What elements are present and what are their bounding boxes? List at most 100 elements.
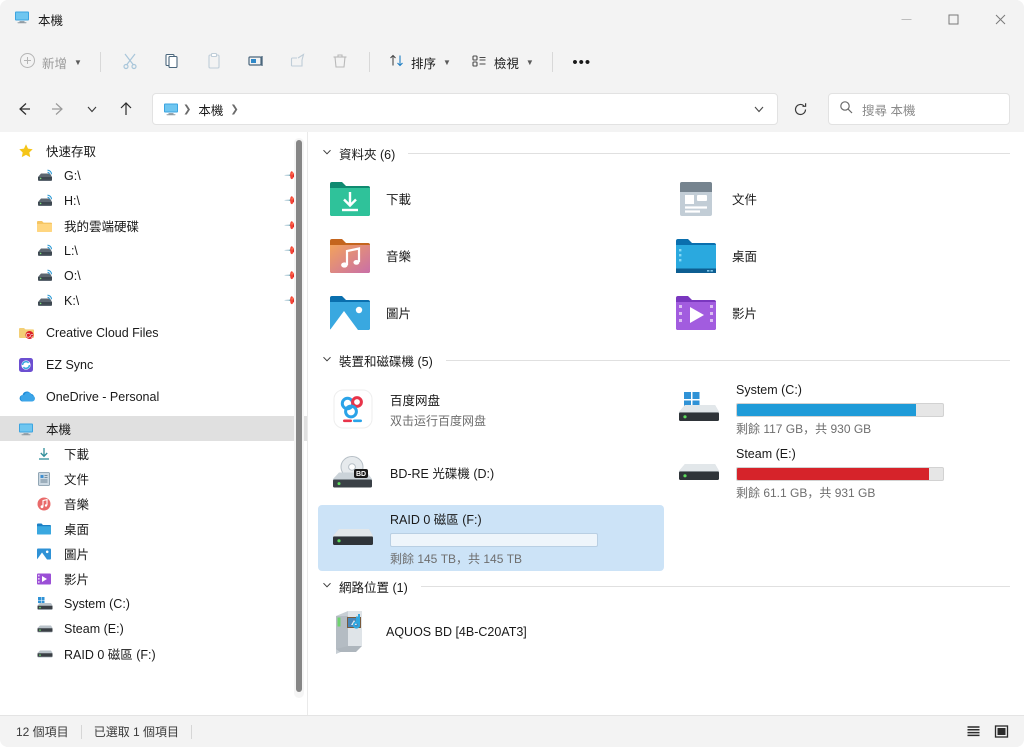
sidebar-item-downloads[interactable]: 下載 [0, 441, 308, 466]
folder-item-videos[interactable]: 影片 [664, 284, 1010, 341]
pane-divider[interactable] [307, 132, 308, 715]
sidebar-item-o-drive[interactable]: O:\ 📌 [0, 263, 308, 288]
sidebar-item-onedrive-personal[interactable]: OneDrive - Personal [0, 384, 308, 409]
sidebar-item-raid0-f[interactable]: RAID 0 磁區 (F:) [0, 641, 308, 666]
more-options-button[interactable]: ••• [562, 46, 602, 78]
minimize-button[interactable] [883, 0, 930, 38]
close-button[interactable] [977, 0, 1024, 38]
baidu-netdisk-icon [326, 385, 380, 433]
capacity-bar-fill [737, 404, 917, 416]
network-item-aquos-bd[interactable]: AQUOS BD [4B-C20AT3] [318, 603, 664, 660]
plus-circle-icon [19, 52, 36, 72]
hard-drive-icon [36, 621, 56, 637]
navigation-pane-scrollbar[interactable] [294, 138, 304, 698]
chevron-down-icon[interactable] [322, 580, 332, 592]
drive-name: System (C:) [736, 383, 802, 397]
sidebar-item-system-c[interactable]: System (C:) [0, 591, 308, 616]
sidebar-item-my-cloud-drive[interactable]: 我的雲端硬碟 📌 [0, 213, 308, 238]
navigation-pane-scroll[interactable]: 快速存取 G:\ 📌 H:\ 📌 我的雲端硬碟 📌 L:\ 📌 O:\ 📌 K:… [0, 132, 308, 715]
search-input[interactable]: 搜尋 本機 [828, 93, 1010, 125]
sidebar-item-k-drive[interactable]: K:\ 📌 [0, 288, 308, 313]
sidebar-label: L:\ [64, 243, 78, 258]
group-rule [408, 152, 1010, 154]
sidebar-item-h-drive[interactable]: H:\ 📌 [0, 188, 308, 213]
sidebar-item-this-pc[interactable]: 本機 [0, 416, 308, 441]
network-text: AQUOS BD [4B-C20AT3] [386, 623, 656, 641]
maximize-button[interactable] [930, 0, 977, 38]
chevron-down-icon[interactable] [322, 147, 332, 159]
sidebar-item-l-drive[interactable]: L:\ 📌 [0, 238, 308, 263]
windows-drive-icon [672, 385, 726, 433]
drive-item-steam-e[interactable]: Steam (E:) 剩餘 61.1 GB，共 931 GB [664, 441, 1010, 505]
sidebar-item-videos[interactable]: 影片 [0, 566, 308, 591]
sidebar-label: G:\ [64, 168, 81, 183]
folder-item-downloads[interactable]: 下載 [318, 170, 664, 227]
forward-button[interactable] [42, 93, 74, 125]
folder-item-documents[interactable]: 文件 [664, 170, 1010, 227]
drive-text: Steam (E:) 剩餘 61.1 GB，共 931 GB [736, 445, 1002, 501]
sidebar-item-ez-sync[interactable]: EZ Sync [0, 352, 308, 377]
explorer-body: 快速存取 G:\ 📌 H:\ 📌 我的雲端硬碟 📌 L:\ 📌 O:\ 📌 K:… [0, 132, 1024, 715]
tile-view-icon[interactable] [988, 720, 1014, 744]
sidebar-item-desktop[interactable]: 桌面 [0, 516, 308, 541]
delete-button[interactable] [320, 46, 360, 78]
copy-icon [163, 52, 181, 73]
network-drive-icon [36, 268, 56, 284]
sidebar-item-steam-e[interactable]: Steam (E:) [0, 616, 308, 641]
refresh-button[interactable] [784, 93, 816, 125]
navigation-pane: 快速存取 G:\ 📌 H:\ 📌 我的雲端硬碟 📌 L:\ 📌 O:\ 📌 K:… [0, 132, 308, 715]
title-bar-left: 本機 [14, 9, 63, 30]
group-header-folders[interactable]: 資料夾 (6) [318, 142, 1010, 164]
view-list-icon [471, 52, 488, 72]
group-title: 網路位置 (1) [339, 580, 408, 595]
new-button[interactable]: 新增 ▼ [10, 46, 91, 78]
drive-item-raid0-f[interactable]: RAID 0 磁區 (F:) 剩餘 145 TB，共 145 TB [318, 505, 664, 571]
back-button[interactable] [8, 93, 40, 125]
downloads-icon [36, 446, 56, 462]
network-drive-icon [36, 293, 56, 309]
scrollbar-thumb[interactable] [296, 140, 302, 692]
drive-item-bdre-d[interactable]: BD BD-RE 光碟機 (D:) [318, 441, 664, 505]
drive-item-system-c[interactable]: System (C:) 剩餘 117 GB，共 930 GB [664, 377, 1010, 441]
sidebar-item-g-drive[interactable]: G:\ 📌 [0, 163, 308, 188]
rename-button[interactable] [236, 46, 276, 78]
address-dropdown-button[interactable] [745, 96, 773, 122]
breadcrumb-separator-2[interactable]: ❯ [228, 104, 240, 115]
drive-item-baidu-netdisk[interactable]: 百度网盘 双击运行百度网盘 [318, 377, 664, 441]
sidebar-item-documents[interactable]: 文件 [0, 466, 308, 491]
sort-button[interactable]: 排序 ▼ [379, 46, 460, 78]
music-folder-icon [326, 232, 374, 280]
list-view-icon[interactable] [960, 720, 986, 744]
sidebar-item-music[interactable]: 音樂 [0, 491, 308, 516]
address-bar[interactable]: ❯ 本機 ❯ [152, 93, 778, 125]
folder-item-pictures[interactable]: 圖片 [318, 284, 664, 341]
view-button[interactable]: 檢視 ▼ [462, 46, 543, 78]
capacity-bar [736, 467, 944, 481]
drive-subtitle: 剩餘 117 GB，共 930 GB [736, 422, 872, 436]
chevron-down-icon[interactable] [322, 354, 332, 366]
sidebar-item-pictures[interactable]: 圖片 [0, 541, 308, 566]
sidebar-label: 音樂 [64, 498, 90, 512]
new-button-label: 新增 [42, 56, 68, 71]
this-pc-icon [163, 101, 179, 117]
up-button[interactable] [110, 93, 142, 125]
recent-locations-button[interactable] [76, 93, 108, 125]
sidebar-item-creative-cloud-files[interactable]: Cc Creative Cloud Files [0, 320, 308, 345]
sidebar-label: OneDrive - Personal [46, 389, 160, 404]
copy-button[interactable] [152, 46, 192, 78]
toolbar-divider-3 [551, 52, 553, 72]
group-header-network[interactable]: 網路位置 (1) [318, 575, 1010, 597]
group-header-drives[interactable]: 裝置和磁碟機 (5) [318, 349, 1010, 371]
breadcrumb-item-this-pc[interactable]: 本機 [193, 97, 228, 122]
share-button[interactable] [278, 46, 318, 78]
folder-item-desktop[interactable]: 桌面 [664, 227, 1010, 284]
pictures-icon [36, 546, 56, 562]
folder-item-music[interactable]: 音樂 [318, 227, 664, 284]
cut-button[interactable] [110, 46, 150, 78]
folder-icon [36, 218, 56, 234]
sidebar-label: 文件 [64, 473, 90, 487]
paste-button[interactable] [194, 46, 234, 78]
toolbar-divider [99, 52, 101, 72]
music-icon [36, 496, 56, 512]
sidebar-item-quick-access[interactable]: 快速存取 [0, 138, 308, 163]
